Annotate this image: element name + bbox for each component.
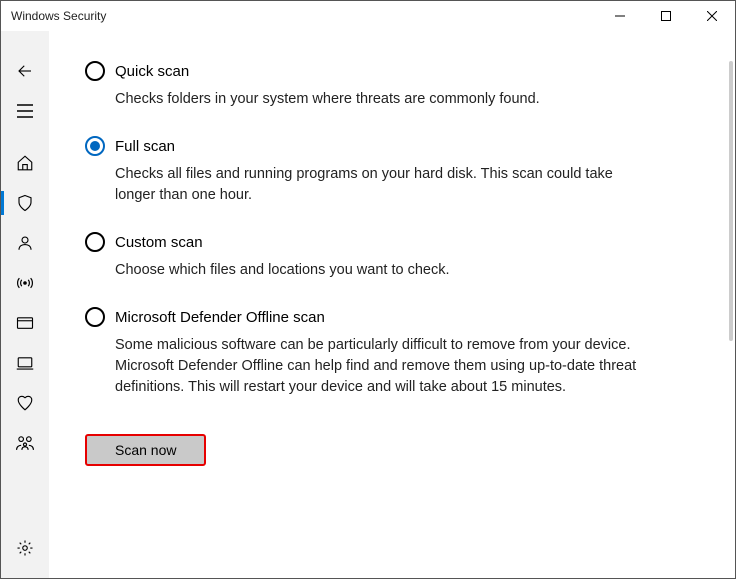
close-button[interactable]: [689, 1, 735, 31]
radio-icon: [85, 232, 105, 252]
content-area: Quick scan Checks folders in your system…: [49, 31, 735, 578]
option-label: Full scan: [115, 138, 175, 155]
sidebar-item-device-health[interactable]: [1, 383, 49, 423]
menu-button[interactable]: [1, 91, 49, 131]
radio-full-scan[interactable]: Full scan: [85, 136, 675, 156]
heart-icon: [16, 394, 34, 412]
back-button[interactable]: [1, 51, 49, 91]
back-arrow-icon: [16, 62, 34, 80]
window-title: Windows Security: [11, 9, 106, 23]
shield-icon: [16, 194, 34, 212]
option-offline-scan: Microsoft Defender Offline scan Some mal…: [85, 307, 675, 398]
maximize-icon: [661, 11, 671, 21]
sidebar-item-device-security[interactable]: [1, 343, 49, 383]
scan-now-button[interactable]: Scan now: [85, 434, 206, 466]
broadcast-icon: [15, 275, 35, 291]
option-description: Some malicious software can be particula…: [115, 335, 645, 398]
device-icon: [16, 355, 34, 371]
sidebar-item-app-control[interactable]: [1, 303, 49, 343]
person-icon: [16, 234, 34, 252]
option-full-scan: Full scan Checks all files and running p…: [85, 136, 675, 206]
window-controls: [597, 1, 735, 31]
option-description: Checks folders in your system where thre…: [115, 89, 645, 110]
gear-icon: [16, 539, 34, 557]
option-quick-scan: Quick scan Checks folders in your system…: [85, 61, 675, 110]
radio-icon: [85, 307, 105, 327]
option-description: Choose which files and locations you wan…: [115, 260, 645, 281]
radio-custom-scan[interactable]: Custom scan: [85, 232, 675, 252]
close-icon: [707, 11, 717, 21]
titlebar: Windows Security: [1, 1, 735, 31]
app-browser-icon: [16, 315, 34, 331]
option-label: Quick scan: [115, 63, 189, 80]
radio-offline-scan[interactable]: Microsoft Defender Offline scan: [85, 307, 675, 327]
sidebar: [1, 31, 49, 578]
radio-quick-scan[interactable]: Quick scan: [85, 61, 675, 81]
window: Windows Security: [0, 0, 736, 579]
maximize-button[interactable]: [643, 1, 689, 31]
minimize-button[interactable]: [597, 1, 643, 31]
sidebar-item-account[interactable]: [1, 223, 49, 263]
home-icon: [16, 154, 34, 172]
radio-icon: [85, 136, 105, 156]
minimize-icon: [615, 11, 625, 21]
hamburger-icon: [17, 104, 33, 118]
option-custom-scan: Custom scan Choose which files and locat…: [85, 232, 675, 281]
option-label: Custom scan: [115, 234, 203, 251]
sidebar-item-settings[interactable]: [1, 528, 49, 568]
scrollbar[interactable]: [729, 61, 733, 341]
family-icon: [15, 434, 35, 452]
sidebar-item-virus-protection[interactable]: [1, 183, 49, 223]
sidebar-item-home[interactable]: [1, 143, 49, 183]
sidebar-item-firewall[interactable]: [1, 263, 49, 303]
option-description: Checks all files and running programs on…: [115, 164, 645, 206]
radio-icon: [85, 61, 105, 81]
option-label: Microsoft Defender Offline scan: [115, 309, 325, 326]
sidebar-item-family[interactable]: [1, 423, 49, 463]
